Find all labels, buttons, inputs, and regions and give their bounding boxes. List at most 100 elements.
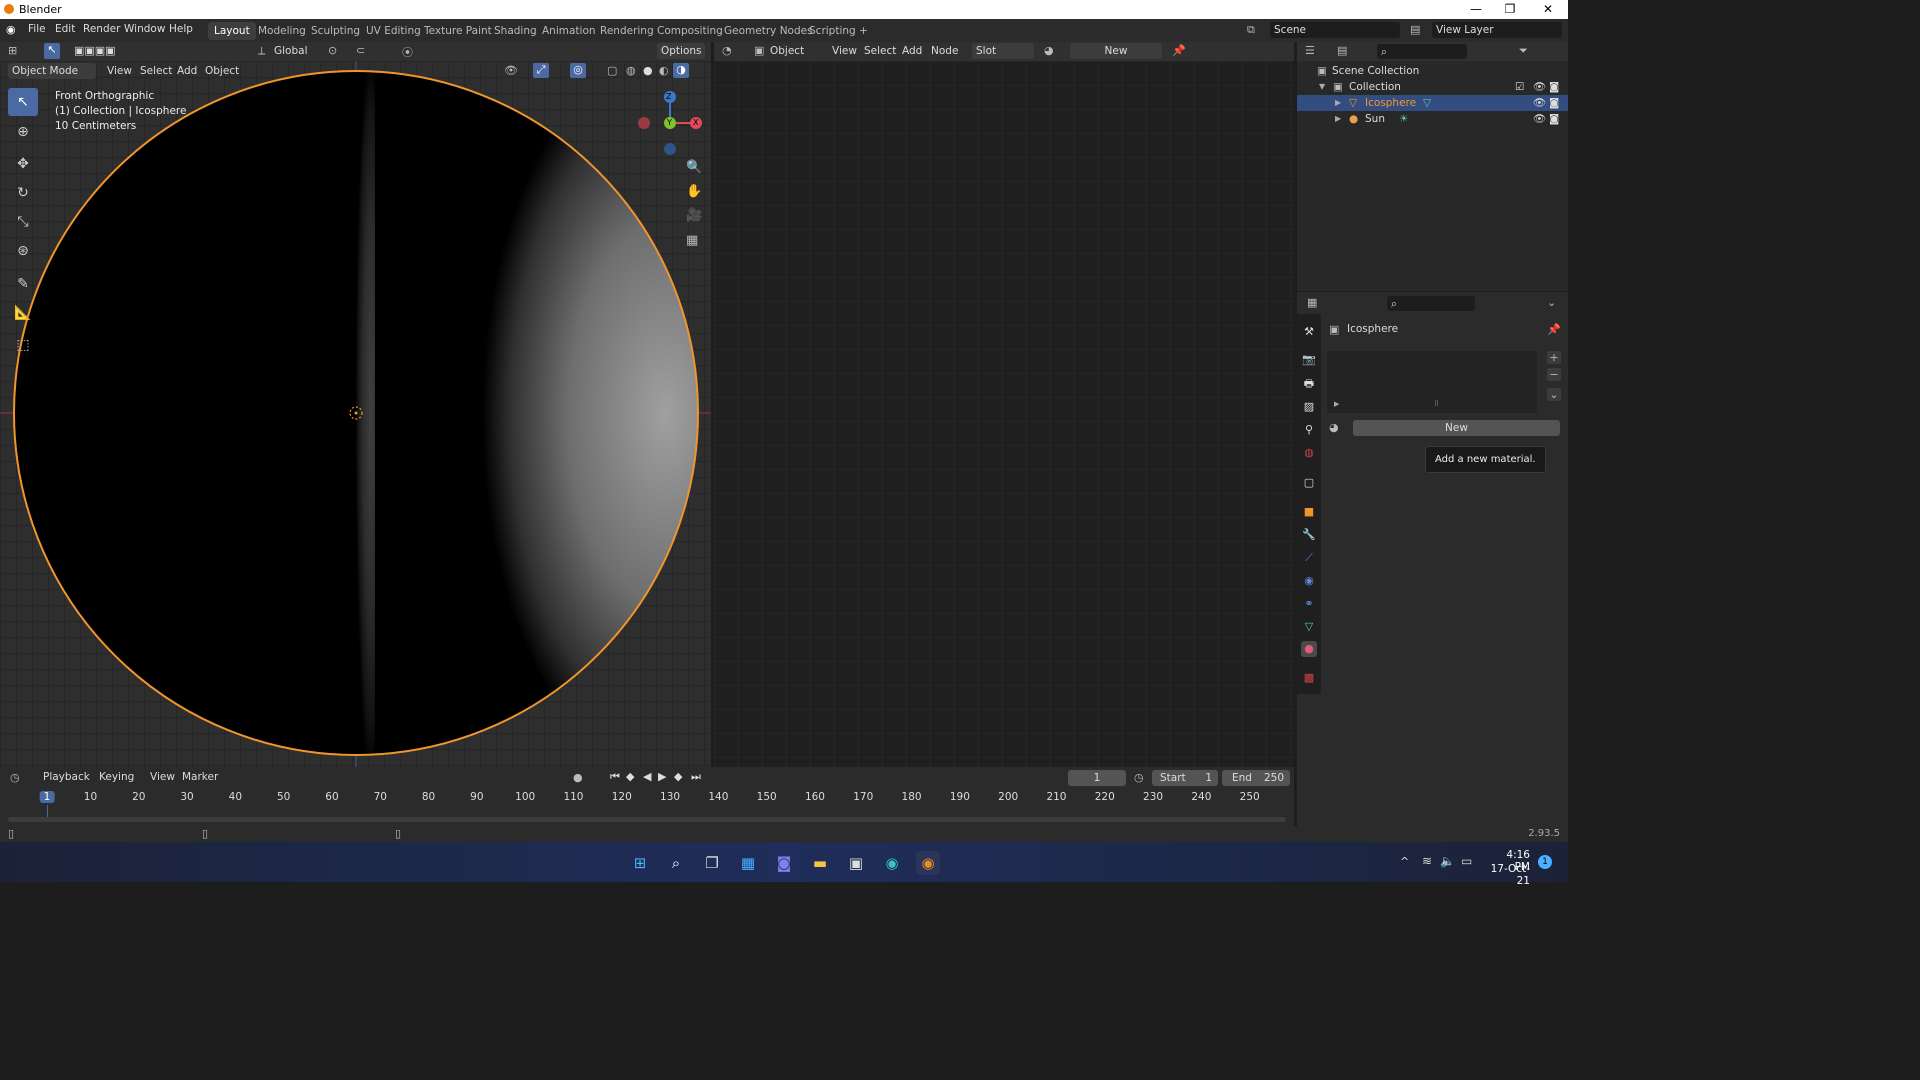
options-dropdown[interactable]: Options	[657, 43, 705, 59]
tab-rendering[interactable]: Rendering	[594, 22, 660, 40]
material-slot-list[interactable]: ▶ ⠿	[1327, 351, 1537, 413]
view-layer-field[interactable]: View Layer	[1432, 22, 1562, 38]
rotate-tool-icon[interactable]: ↻	[8, 179, 38, 207]
sun-data-icon[interactable]: ☀	[1399, 111, 1408, 127]
pin-icon[interactable]: 📌	[1547, 323, 1561, 336]
add-workspace-button[interactable]: +	[853, 22, 874, 40]
tab-uv-editing[interactable]: UV Editing	[360, 22, 427, 40]
move-tool-icon[interactable]: ✥	[8, 150, 38, 178]
shading-material-icon[interactable]: ◐	[659, 64, 669, 77]
navigation-gizmo[interactable]: Z Y X	[636, 89, 702, 157]
file-explorer-icon[interactable]: ▬	[808, 851, 832, 875]
annotate-tool-icon[interactable]: ✎	[8, 270, 38, 298]
editor-type-icon[interactable]: ⊞	[8, 44, 17, 57]
overlay-toggle-icon[interactable]: ◎	[570, 63, 586, 78]
blender-taskbar-icon[interactable]: ◉	[916, 851, 940, 875]
expand-arrow-icon[interactable]: ▶	[1335, 95, 1341, 111]
tab-texture-paint[interactable]: Texture Paint	[418, 22, 498, 40]
select-box-tool-icon[interactable]: ↖	[8, 88, 38, 116]
camera-restrict-icon[interactable]: ◙	[1549, 111, 1559, 127]
playhead-line[interactable]	[47, 805, 48, 817]
view-layer-tab-icon[interactable]: ▨	[1301, 399, 1317, 415]
cursor-tool-icon[interactable]: ⊕	[8, 118, 38, 146]
data-tab-icon[interactable]: ▽	[1301, 619, 1317, 635]
modifier-tab-icon[interactable]: 🔧	[1301, 527, 1317, 543]
volume-icon[interactable]: 🔈	[1440, 854, 1455, 868]
viewport-menu-add[interactable]: Add	[177, 65, 197, 77]
collection-tab-icon[interactable]: ▢	[1301, 475, 1317, 491]
slot-dropdown[interactable]: Slot	[972, 43, 1034, 59]
current-frame-marker[interactable]: 1	[39, 791, 55, 803]
mesh-data-icon[interactable]: ▽	[1423, 95, 1431, 111]
scene-field[interactable]: Scene	[1270, 22, 1400, 38]
eye-icon[interactable]: 👁	[1533, 79, 1546, 95]
scene-icon[interactable]: ⧉	[1247, 23, 1255, 37]
node-menu-node[interactable]: Node	[931, 45, 958, 57]
scene-tab-icon[interactable]: ⚲	[1301, 422, 1317, 438]
eye-icon[interactable]: 👁	[1533, 95, 1546, 111]
camera-restrict-icon[interactable]: ◙	[1549, 95, 1559, 111]
output-tab-icon[interactable]: 🖶	[1301, 376, 1317, 392]
physics-tab-icon[interactable]: ◉	[1301, 573, 1317, 589]
node-editor-type-icon[interactable]: ◔	[722, 44, 732, 57]
shading-rendered-icon[interactable]: ◑	[673, 63, 689, 78]
menu-help[interactable]: Help	[169, 23, 193, 35]
outliner-search-input[interactable]: ⌕	[1377, 44, 1467, 59]
outliner-collection[interactable]: ▼ ▣ Collection ☑ 👁 ◙	[1297, 79, 1568, 95]
world-tab-icon[interactable]: ◍	[1301, 445, 1317, 461]
properties-type-icon[interactable]: ▦	[1307, 296, 1317, 309]
expand-arrow-icon[interactable]: ▶	[1334, 400, 1339, 408]
edge-browser-icon[interactable]: ◉	[880, 851, 904, 875]
blender-menu-icon[interactable]: ◉	[6, 23, 16, 36]
render-tab-icon[interactable]: 📷	[1301, 352, 1317, 368]
display-mode-icon[interactable]: ▤	[1337, 44, 1347, 57]
pivot-icon[interactable]: ⊙	[328, 44, 337, 57]
node-menu-select[interactable]: Select	[864, 45, 896, 57]
material-browse-icon[interactable]: ◕	[1329, 421, 1339, 434]
camera-restrict-icon[interactable]: ◙	[1549, 79, 1559, 95]
tab-layout[interactable]: Layout	[208, 22, 256, 40]
remove-slot-icon[interactable]: −	[1547, 368, 1561, 381]
outliner-item-icosphere[interactable]: ▶ ▽ Icosphere ▽ 👁 ◙	[1297, 95, 1568, 111]
material-browse-icon[interactable]: ◕	[1044, 44, 1054, 57]
shader-type-dropdown[interactable]: Object	[766, 43, 822, 59]
clock-date[interactable]: 17-Oct-21	[1480, 863, 1530, 887]
viewport-menu-view[interactable]: View	[107, 65, 132, 77]
timeline-scrollbar[interactable]	[8, 817, 1286, 822]
transform-tool-icon[interactable]: ⊛	[8, 237, 38, 265]
chat-icon[interactable]: ◙	[772, 851, 796, 875]
tab-modeling[interactable]: Modeling	[252, 22, 312, 40]
select-tool-icon[interactable]: ↖	[44, 43, 60, 59]
measure-tool-icon[interactable]: 📐	[8, 299, 38, 327]
filter-icon[interactable]: ⏷	[1519, 44, 1528, 58]
expand-arrow-icon[interactable]: ▼	[1319, 79, 1325, 95]
ortho-grid-icon[interactable]: ▦	[686, 233, 698, 248]
slot-menu-icon[interactable]: ⌄	[1547, 388, 1561, 401]
menu-edit[interactable]: Edit	[55, 23, 75, 35]
widgets-icon[interactable]: ▦	[736, 851, 760, 875]
eye-icon[interactable]: 👁	[1533, 111, 1546, 127]
gizmo-toggle-icon[interactable]: ⤢	[533, 63, 549, 78]
tray-chevron-icon[interactable]: ^	[1400, 855, 1409, 868]
tool-tab-icon[interactable]: ⚒	[1301, 324, 1317, 340]
add-slot-icon[interactable]: +	[1547, 351, 1561, 364]
node-menu-view[interactable]: View	[832, 45, 857, 57]
tab-shading[interactable]: Shading	[488, 22, 543, 40]
node-menu-add[interactable]: Add	[902, 45, 922, 57]
battery-icon[interactable]: ▭	[1461, 854, 1472, 868]
menu-window[interactable]: Window	[124, 23, 165, 35]
pin-icon[interactable]: 📌	[1172, 44, 1186, 57]
outliner-type-icon[interactable]: ☰	[1305, 44, 1315, 57]
transform-orientation[interactable]: Global	[270, 43, 320, 59]
exclude-checkbox[interactable]: ☑	[1515, 79, 1524, 95]
outliner-item-sun[interactable]: ▶ ● Sun ☀ 👁 ◙	[1297, 111, 1568, 127]
shading-wireframe-icon[interactable]: ◍	[626, 64, 636, 77]
particles-tab-icon[interactable]: ⟋	[1301, 550, 1317, 566]
view-layer-icon[interactable]: ▤	[1410, 23, 1420, 36]
viewport-menu-object[interactable]: Object	[205, 65, 239, 77]
material-tab-icon[interactable]: ●	[1301, 641, 1317, 657]
proportional-edit-icon[interactable]: ⦿	[402, 44, 413, 60]
wifi-icon[interactable]: ≋	[1422, 854, 1432, 868]
start-icon[interactable]: ⊞	[628, 851, 652, 875]
constraints-tab-icon[interactable]: ⚭	[1301, 596, 1317, 612]
